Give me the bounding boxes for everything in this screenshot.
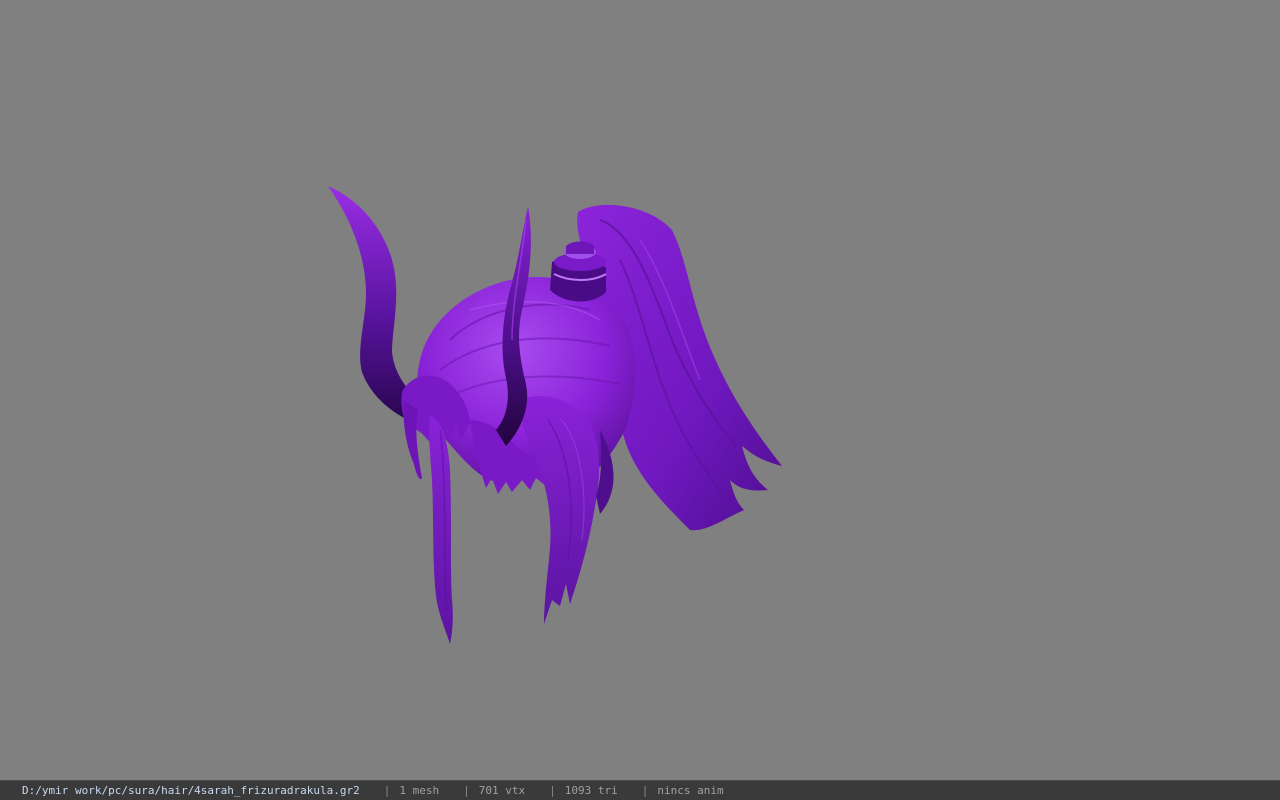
vertex-count: 701 vtx [478, 784, 526, 797]
left-long-strand [429, 416, 453, 644]
animation-status: nincs anim [657, 784, 724, 797]
left-horn [328, 186, 420, 420]
separator: | [383, 784, 391, 797]
right-long-strand [520, 396, 600, 624]
3d-viewport[interactable] [0, 0, 1280, 780]
triangle-count: 1093 tri [564, 784, 618, 797]
separator: | [641, 784, 649, 797]
separator: | [549, 784, 556, 797]
separator: | [463, 784, 470, 797]
status-bar: D:/ymir work/pc/sura/hair/4sarah_frizura… [0, 780, 1280, 800]
hair-model-render [328, 186, 782, 644]
mesh-count: 1 mesh [399, 784, 440, 797]
file-path: D:/ymir work/pc/sura/hair/4sarah_frizura… [22, 784, 360, 797]
